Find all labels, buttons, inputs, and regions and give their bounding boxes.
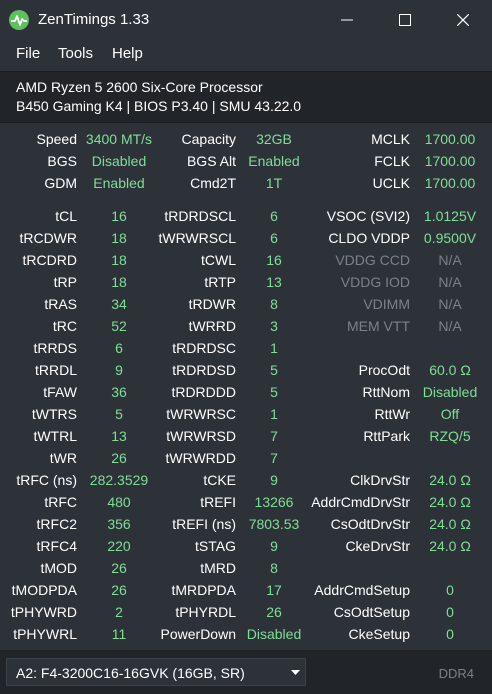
- timing-value: 13: [111, 428, 127, 444]
- minimize-icon: [341, 19, 353, 21]
- module-select-value: A2: F4-3200C16-16GVK (16GB, SR): [16, 665, 245, 681]
- timing-value: 3400 MT/s: [85, 131, 153, 147]
- timing-value: Disabled: [422, 384, 478, 400]
- timing-value: N/A: [438, 252, 462, 268]
- timing-value: 26: [111, 560, 127, 576]
- timing-value: 18: [111, 274, 127, 290]
- timing-value: Disabled: [91, 153, 147, 169]
- timing-value: 13: [266, 274, 282, 290]
- module-select[interactable]: A2: F4-3200C16-16GVK (16GB, SR): [6, 658, 306, 686]
- timing-value: 0: [446, 582, 454, 598]
- timing-value: 356: [107, 516, 131, 532]
- timing-value: 5: [115, 406, 123, 422]
- window-title: ZenTimings 1.33: [38, 11, 150, 28]
- timing-value: 9: [115, 362, 123, 378]
- chevron-down-icon: [291, 670, 300, 675]
- system-info-panel: AMD Ryzen 5 2600 Six-Core Processor B450…: [0, 72, 492, 122]
- timing-value: N/A: [438, 318, 462, 334]
- timing-value: 480: [107, 494, 131, 510]
- pulse-icon: [9, 10, 29, 30]
- minimize-button[interactable]: [322, 0, 372, 40]
- timing-value: 18: [111, 252, 127, 268]
- timing-value: 26: [266, 604, 282, 620]
- timing-value: 0: [446, 604, 454, 620]
- footer-bar: A2: F4-3200C16-16GVK (16GB, SR) DDR4: [0, 650, 492, 694]
- timing-value: 24.0 Ω: [429, 516, 471, 532]
- timing-value: 34: [111, 296, 127, 312]
- timing-value: 24.0 Ω: [429, 472, 471, 488]
- timing-value: 2: [115, 604, 123, 620]
- timing-value: Disabled: [246, 626, 302, 642]
- timing-value: 6: [270, 208, 278, 224]
- timing-value: 7803.53: [248, 516, 300, 532]
- timing-value: 60.0 Ω: [429, 362, 471, 378]
- timing-value: 24.0 Ω: [429, 494, 471, 510]
- timing-value: 9: [270, 538, 278, 554]
- timing-value: 32GB: [256, 131, 292, 147]
- timing-value: 3: [270, 318, 278, 334]
- menu-help[interactable]: Help: [112, 45, 143, 62]
- title-bar: ZenTimings 1.33: [0, 0, 492, 40]
- timing-value: Enabled: [93, 175, 145, 191]
- timing-value: 24.0 Ω: [429, 538, 471, 554]
- divider: [0, 122, 492, 123]
- timing-value: 26: [111, 582, 127, 598]
- timing-value: 220: [107, 538, 131, 554]
- timing-value: RZQ/5: [429, 428, 471, 444]
- timing-value: 5: [270, 362, 278, 378]
- timing-value: 1: [270, 406, 278, 422]
- maximize-icon: [399, 14, 411, 26]
- timing-value: 5: [270, 384, 278, 400]
- timing-value: 8: [270, 560, 278, 576]
- timing-value: 8: [270, 296, 278, 312]
- timing-value: 36: [111, 384, 127, 400]
- close-icon: [457, 14, 469, 26]
- timing-value: 1700.00: [424, 175, 476, 191]
- timing-value: 6: [270, 230, 278, 246]
- timing-value: 1700.00: [424, 131, 476, 147]
- menu-file[interactable]: File: [16, 45, 40, 62]
- menu-bar: File Tools Help: [0, 40, 492, 101]
- timing-value: 1.0125V: [423, 208, 477, 224]
- timing-value: 9: [270, 472, 278, 488]
- cpu-name: AMD Ryzen 5 2600 Six-Core Processor: [16, 79, 263, 95]
- timing-value: 282.3529: [89, 472, 149, 488]
- timing-value: 16: [266, 252, 282, 268]
- timing-value: 16: [111, 208, 127, 224]
- timing-value: N/A: [438, 296, 462, 312]
- maximize-button[interactable]: [380, 0, 430, 40]
- timing-value: 7: [270, 450, 278, 466]
- menu-tools[interactable]: Tools: [58, 45, 93, 62]
- timing-value: 52: [111, 318, 127, 334]
- close-button[interactable]: [438, 0, 488, 40]
- board-info: B450 Gaming K4 | BIOS P3.40 | SMU 43.22.…: [16, 98, 302, 114]
- timing-value: 1: [270, 340, 278, 356]
- timing-value: 1T: [265, 175, 283, 191]
- timing-value: 0: [446, 626, 454, 642]
- timing-value: 0.9500V: [423, 230, 477, 246]
- timing-value: 7: [270, 428, 278, 444]
- timing-value: 26: [111, 450, 127, 466]
- memory-type-label: DDR4: [438, 666, 474, 681]
- timing-value: Enabled: [248, 153, 300, 169]
- timing-value: 6: [115, 340, 123, 356]
- timing-value: N/A: [438, 274, 462, 290]
- timing-value: 1700.00: [424, 153, 476, 169]
- timing-value: Off: [440, 406, 460, 422]
